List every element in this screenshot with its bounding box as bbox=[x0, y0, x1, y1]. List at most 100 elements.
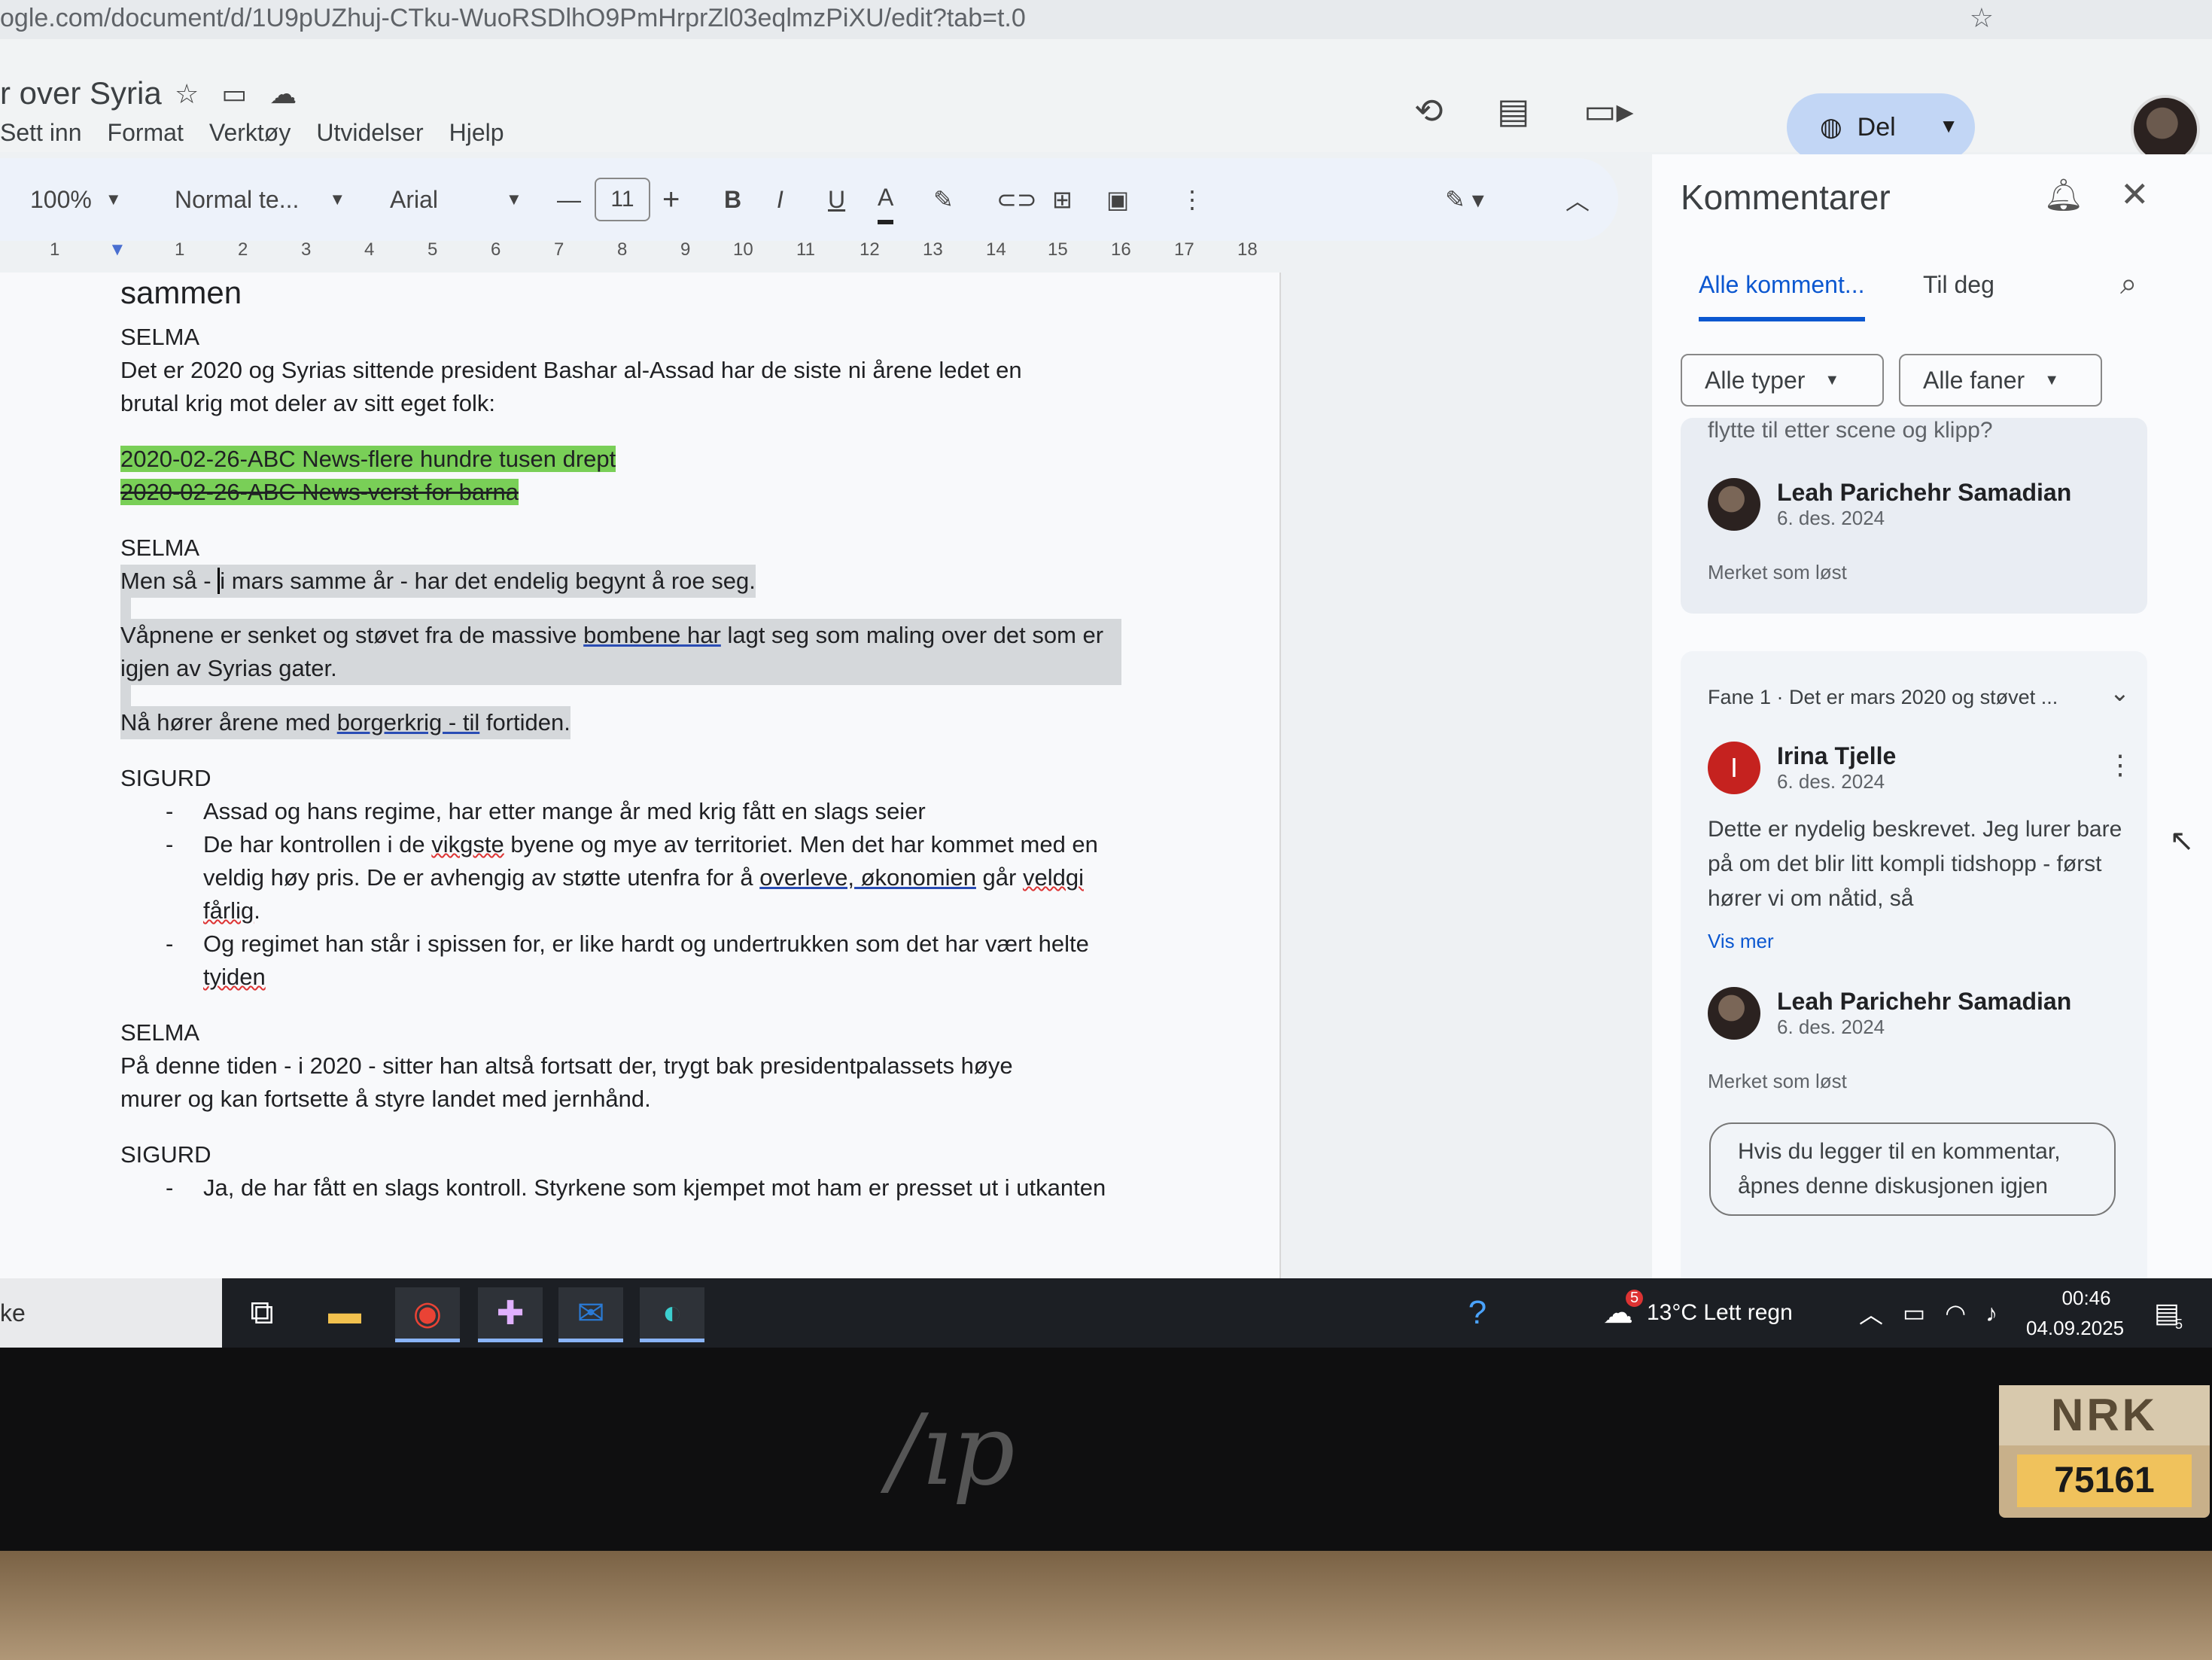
avatar bbox=[1708, 987, 1760, 1040]
ruler-tick: 9 bbox=[680, 239, 691, 260]
spelling-flag[interactable]: vikgste bbox=[431, 831, 504, 857]
bullet-dash: - bbox=[166, 931, 174, 957]
bookmark-star-icon[interactable]: ☆ bbox=[1970, 0, 1994, 36]
text-run: mars samme år - har det endelig begynt å… bbox=[225, 568, 756, 594]
indent-marker-icon[interactable]: ▼ bbox=[108, 239, 126, 260]
comment-thread[interactable]: Fane 1 · Det er mars 2020 og støvet ... … bbox=[1681, 651, 2147, 1348]
clip-link-struck[interactable]: 2020-02-26-ABC News-verst for barna bbox=[120, 479, 519, 505]
comment-author: I Irina Tjelle 6. des. 2024 bbox=[1708, 742, 1896, 794]
resolved-status: Merket som løst bbox=[1708, 1070, 1847, 1092]
menu-bar: Sett inn Format Verktøy Utvidelser Hjelp bbox=[0, 119, 504, 147]
zoom-select[interactable]: 100% ▼ bbox=[30, 158, 122, 241]
clock[interactable]: 00:46 04.09.2025 bbox=[2026, 1278, 2124, 1348]
insert-image-icon[interactable]: ▣ bbox=[1106, 158, 1129, 241]
more-options-icon[interactable]: ⋮ bbox=[2107, 749, 2134, 781]
filter-tabs[interactable]: Alle faner ▼ bbox=[1899, 354, 2102, 407]
bold-button[interactable]: B bbox=[724, 158, 741, 241]
chrome-icon[interactable]: ◉ bbox=[395, 1287, 460, 1342]
text-color-button[interactable]: A bbox=[878, 175, 894, 224]
text-cursor: i bbox=[218, 568, 226, 594]
move-folder-icon[interactable]: ▭ bbox=[221, 78, 247, 110]
share-button[interactable]: ◍ Del ▼ bbox=[1787, 93, 1975, 161]
ruler-tick: 1 bbox=[175, 239, 185, 260]
taskbar-search[interactable]: ke bbox=[0, 1278, 222, 1348]
document-page[interactable]: sammen SELMA Det er 2020 og Syrias sitte… bbox=[0, 273, 1281, 1281]
outlook-icon[interactable]: ✉ bbox=[558, 1287, 623, 1342]
decrease-font-button[interactable]: — bbox=[557, 158, 581, 241]
close-icon[interactable]: ✕ bbox=[2120, 174, 2150, 215]
editing-mode-icon[interactable]: ✎ ▾ bbox=[1445, 158, 1484, 241]
menu-format[interactable]: Format bbox=[108, 119, 184, 147]
italic-button[interactable]: I bbox=[777, 158, 783, 241]
task-view-icon[interactable]: ⧉ bbox=[230, 1287, 294, 1339]
speaker-label: SIGURD bbox=[120, 765, 211, 791]
underline-button[interactable]: U bbox=[828, 158, 845, 241]
taskbar: ke ⧉ ▬ ◉ ✚ ✉ ◐ ? ☁ 5 13°C Lett regn ︿ ▭ ◠… bbox=[0, 1278, 2212, 1348]
comment-card[interactable]: flytte til etter scene og klipp? Leah Pa… bbox=[1681, 418, 2147, 614]
star-icon[interactable]: ☆ bbox=[175, 78, 199, 110]
slack-icon[interactable]: ✚ bbox=[478, 1287, 543, 1342]
comments-icon[interactable]: ▤ bbox=[1497, 90, 1529, 131]
reply-input[interactable]: Hvis du legger til en kommentar, åpnes d… bbox=[1709, 1122, 2116, 1216]
version-history-icon[interactable]: ⟲ bbox=[1414, 90, 1444, 131]
search-icon[interactable]: ⌕ bbox=[2120, 267, 2137, 301]
highlight-pen-icon[interactable]: ✎ bbox=[933, 158, 954, 241]
menu-tools[interactable]: Verktøy bbox=[209, 119, 291, 147]
meet-icon[interactable]: ▭▸ bbox=[1584, 90, 1634, 131]
font-size-field[interactable]: 11 bbox=[595, 158, 650, 241]
more-options-icon[interactable]: ⋮ bbox=[1180, 158, 1204, 241]
font-select[interactable]: Arial ▼ bbox=[390, 158, 522, 241]
file-explorer-icon[interactable]: ▬ bbox=[312, 1287, 377, 1339]
volume-icon[interactable]: ♪ bbox=[1985, 1299, 1997, 1327]
add-comment-icon[interactable]: ⊞ bbox=[1052, 158, 1073, 241]
chevron-up-icon[interactable]: ︿ bbox=[1859, 1296, 1883, 1330]
commented-text[interactable]: Nå hører årene med borgerkrig - til fort… bbox=[120, 706, 570, 739]
tab-all-comments[interactable]: Alle komment... bbox=[1699, 271, 1865, 321]
chevron-down-icon[interactable]: ▼ bbox=[1939, 114, 1958, 138]
speaker-label: SIGURD bbox=[120, 1141, 211, 1168]
screen: ogle.com/document/d/1U9pUZhuj-CTku-WuoRS… bbox=[0, 0, 2212, 1348]
grammar-flag[interactable]: overleve, økonomien bbox=[759, 864, 976, 891]
author-name: Irina Tjelle bbox=[1777, 742, 1897, 769]
style-select[interactable]: Normal te... ▼ bbox=[175, 158, 345, 241]
ruler-tick: 18 bbox=[1237, 239, 1258, 260]
url-bar[interactable]: ogle.com/document/d/1U9pUZhuj-CTku-WuoRS… bbox=[0, 0, 2212, 39]
document-title[interactable]: r over Syria bbox=[0, 75, 162, 111]
cloud-rain-icon: ☁ 5 bbox=[1603, 1290, 1644, 1330]
ruler-tick: 12 bbox=[860, 239, 880, 260]
wifi-icon[interactable]: ◠ bbox=[1945, 1299, 1966, 1327]
tab-for-you[interactable]: Til deg bbox=[1923, 271, 1994, 299]
laptop-bezel: /ıp NRK 75161 bbox=[0, 1348, 2212, 1551]
commented-text[interactable]: Men så - i mars samme år - har det endel… bbox=[120, 565, 756, 598]
spelling-flag[interactable]: tyiden bbox=[203, 964, 266, 990]
notifications-icon[interactable]: ▤ 5 bbox=[2154, 1278, 2183, 1348]
menu-insert[interactable]: Sett inn bbox=[0, 119, 82, 147]
text-run: fortiden. bbox=[479, 709, 570, 736]
menu-extensions[interactable]: Utvidelser bbox=[316, 119, 423, 147]
weather-widget[interactable]: ☁ 5 13°C Lett regn bbox=[1603, 1278, 1793, 1348]
clip-link[interactable]: 2020-02-26-ABC News-flere hundre tusen d… bbox=[120, 446, 616, 472]
chevron-down-icon: ▼ bbox=[2044, 371, 2059, 388]
increase-font-button[interactable]: + bbox=[662, 158, 680, 241]
chevron-down-icon[interactable]: ⌄ bbox=[2110, 678, 2130, 707]
battery-icon[interactable]: ▭ bbox=[1903, 1299, 1925, 1327]
ruler-tick: 16 bbox=[1111, 239, 1131, 260]
menu-help[interactable]: Hjelp bbox=[449, 119, 504, 147]
paragraph: På denne tiden - i 2020 - sitter han alt… bbox=[120, 1052, 1013, 1112]
filter-types[interactable]: Alle typer ▼ bbox=[1681, 354, 1884, 407]
insert-link-icon[interactable]: ⊂⊃ bbox=[996, 158, 1037, 241]
edge-icon[interactable]: ◐ bbox=[640, 1287, 704, 1342]
grammar-flag[interactable]: bombene har bbox=[583, 622, 721, 648]
commented-text[interactable]: Våpnene er senket og støvet fra de massi… bbox=[120, 619, 1121, 685]
collapse-menus-icon[interactable]: ︿ bbox=[1565, 158, 1590, 241]
list-item-text: Ja, de har fått en slags kontroll. Styrk… bbox=[203, 1174, 1106, 1201]
bell-icon[interactable]: 🔔︎ bbox=[2043, 177, 2083, 214]
document-body[interactable]: sammen SELMA Det er 2020 og Syrias sitte… bbox=[120, 273, 1159, 1205]
docs-header: r over Syria ☆ ▭ ☁ Sett inn Format Verkt… bbox=[0, 39, 2212, 164]
cloud-saved-icon[interactable]: ☁ bbox=[269, 78, 297, 110]
ruler-tick: 5 bbox=[427, 239, 438, 260]
chevron-down-icon: ▼ bbox=[105, 190, 122, 209]
show-more-link[interactable]: Vis mer bbox=[1708, 930, 1774, 953]
grammar-flag[interactable]: borgerkrig - til bbox=[337, 709, 480, 736]
help-icon[interactable]: ? bbox=[1445, 1287, 1510, 1339]
